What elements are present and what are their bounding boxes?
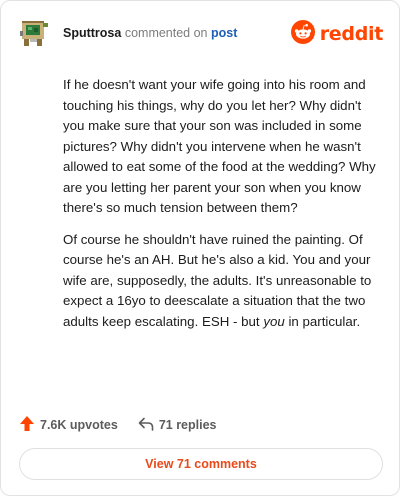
reddit-snoo-icon <box>290 19 315 49</box>
upvote-button[interactable]: 7.6K upvotes <box>19 415 118 435</box>
emphasis-text: you <box>263 313 285 329</box>
comment-paragraph: If he doesn't want your wife going into … <box>63 77 376 215</box>
username-link[interactable]: Sputtrosa <box>63 26 121 40</box>
comment-body: If he doesn't want your wife going into … <box>63 75 379 343</box>
reddit-brand[interactable]: reddit <box>290 19 384 49</box>
post-link[interactable]: post <box>211 26 237 40</box>
upvote-arrow-icon <box>19 415 35 435</box>
paragraph-text: in particular. <box>284 313 361 329</box>
comment-actions: 7.6K upvotes 71 replies <box>19 415 217 435</box>
comment-header: Sputtrosa commented on post reddit <box>19 17 383 53</box>
reply-count: 71 replies <box>158 418 217 432</box>
view-comments-button[interactable]: View 71 comments <box>19 448 383 480</box>
comment-paragraph: Of course he shouldn't have ruined the p… <box>63 230 379 333</box>
reply-button[interactable]: 71 replies <box>138 417 217 434</box>
action-text: commented on <box>124 26 208 40</box>
pixel-avatar-icon[interactable] <box>19 17 51 49</box>
comment-card: Sputtrosa commented on post reddit If he… <box>0 0 400 496</box>
upvote-count: 7.6K upvotes <box>40 418 118 432</box>
comment-meta: Sputtrosa commented on post <box>63 26 237 40</box>
brand-wordmark: reddit <box>319 23 384 45</box>
reply-arrow-icon <box>138 417 154 434</box>
